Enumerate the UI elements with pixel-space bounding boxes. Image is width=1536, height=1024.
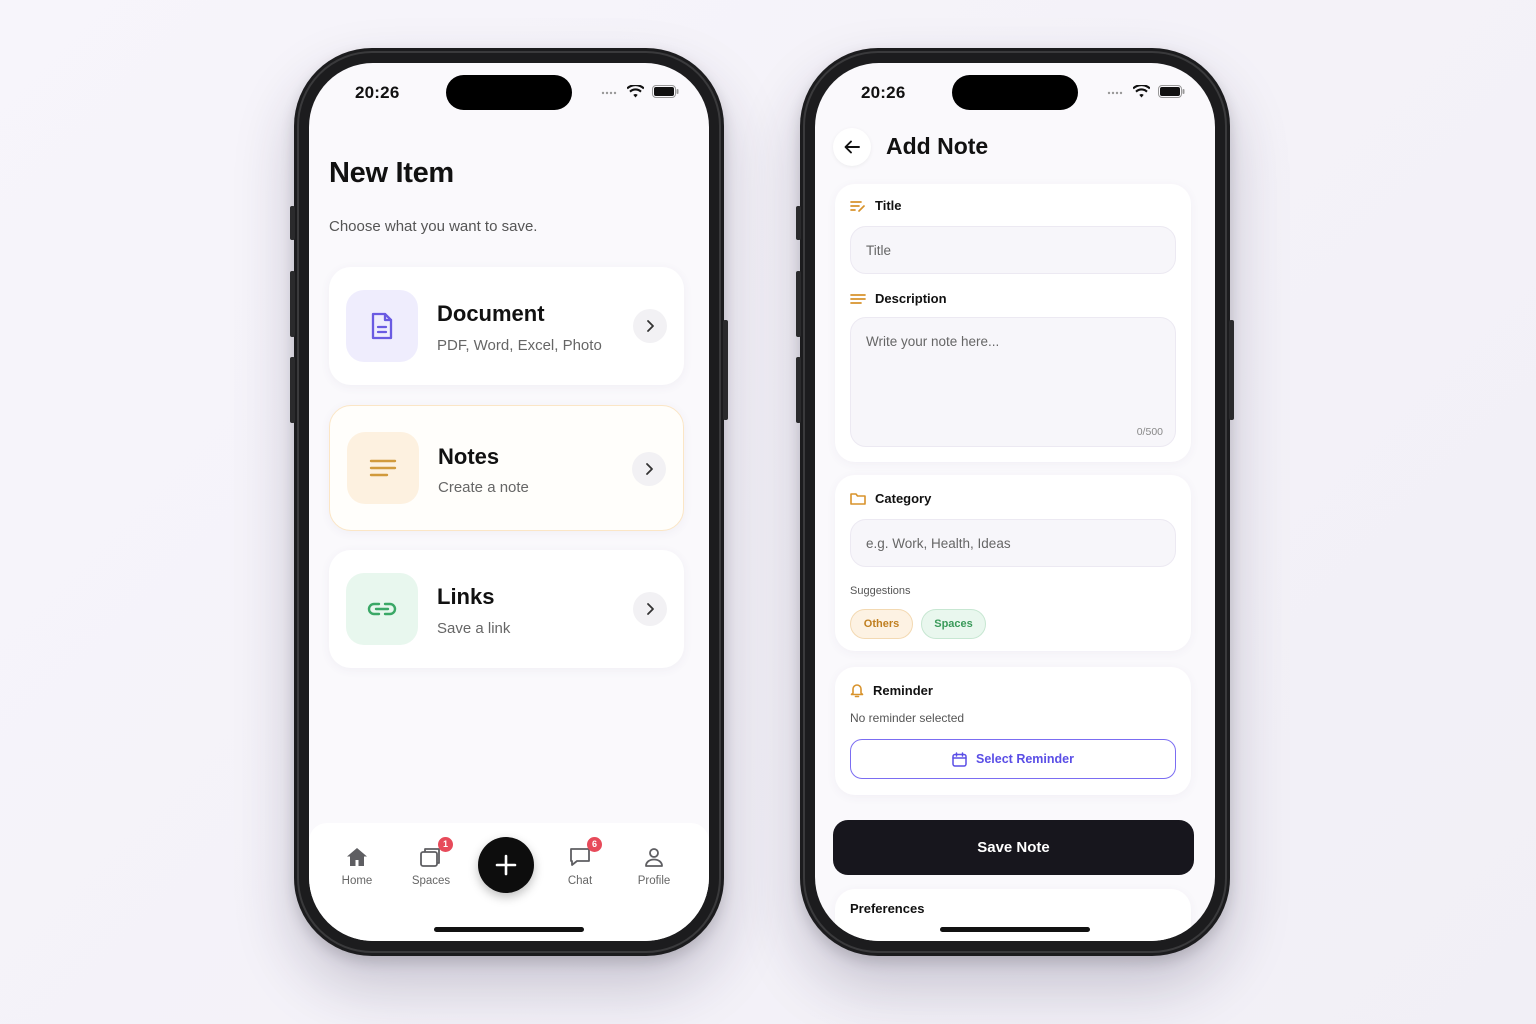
home-indicator (434, 927, 584, 932)
category-panel: Category e.g. Work, Health, Ideas Sugges… (835, 475, 1191, 651)
phone-frame-left: 20:26 New Item Choose what you want to s… (290, 48, 728, 956)
folder-icon (850, 493, 866, 505)
description-textarea[interactable]: Write your note here... 0/500 (850, 317, 1176, 447)
option-description: Save a link (437, 620, 511, 637)
dynamic-island (952, 75, 1078, 110)
battery-icon (652, 85, 679, 98)
option-title: Document (437, 301, 545, 326)
status-bar: 20:26 (309, 63, 709, 123)
plus-icon (495, 854, 517, 876)
page-title: Add Note (886, 133, 989, 159)
battery-icon (1158, 85, 1185, 98)
text-edit-icon (850, 200, 865, 212)
option-title: Links (437, 584, 495, 609)
title-input[interactable]: Title (850, 226, 1176, 274)
notes-lines-icon (347, 432, 419, 504)
tab-home[interactable]: Home (322, 843, 392, 887)
preferences-panel: Preferences (835, 889, 1191, 941)
category-label: Category (850, 491, 931, 506)
tab-spaces[interactable]: 1 Spaces (396, 837, 466, 887)
select-reminder-button[interactable]: Select Reminder (850, 739, 1176, 779)
tab-chat[interactable]: 6 Chat (545, 837, 615, 887)
spaces-badge: 1 (438, 837, 453, 852)
option-card-links[interactable]: Links Save a link (329, 550, 684, 668)
reminder-status: No reminder selected (850, 711, 965, 725)
cellular-signal-icon (1107, 91, 1123, 94)
new-item-screen: 20:26 New Item Choose what you want to s… (309, 63, 709, 941)
home-icon (347, 848, 367, 866)
add-button[interactable] (478, 837, 534, 893)
reminder-label: Reminder (850, 683, 933, 698)
status-bar: 20:26 (815, 63, 1215, 123)
profile-icon (645, 848, 663, 867)
status-icons (601, 85, 679, 98)
add-note-screen: 20:26 Add Note Title Title Description W… (815, 63, 1215, 941)
suggestions-label: Suggestions (850, 585, 911, 597)
chat-badge: 6 (587, 837, 602, 852)
option-description: Create a note (438, 479, 529, 496)
volume-down-button (290, 357, 295, 423)
chevron-right-icon[interactable] (632, 452, 666, 486)
tab-profile[interactable]: Profile (619, 843, 689, 887)
home-indicator (940, 927, 1090, 932)
bell-icon (850, 684, 864, 698)
phone-frame-right: 20:26 Add Note Title Title Description W… (796, 48, 1234, 956)
preferences-label: Preferences (850, 901, 925, 916)
status-time: 20:26 (355, 83, 400, 102)
suggestion-chip-others[interactable]: Others (850, 609, 913, 639)
tab-label: Chat (567, 875, 593, 887)
cellular-signal-icon (601, 91, 617, 94)
action-button (290, 206, 295, 240)
action-button (796, 206, 801, 240)
reminder-panel: Reminder No reminder selected Select Rem… (835, 667, 1191, 795)
volume-up-button (290, 271, 295, 337)
tab-label: Spaces (411, 875, 451, 887)
tab-bar: Home 1 Spaces 6 Chat Profile (309, 823, 709, 941)
arrow-left-icon (844, 140, 860, 154)
back-button[interactable] (833, 128, 871, 166)
option-description: PDF, Word, Excel, Photo (437, 337, 602, 354)
description-label: Description (850, 291, 947, 306)
link-icon (346, 573, 418, 645)
option-card-notes[interactable]: Notes Create a note (329, 405, 684, 531)
wifi-icon (1133, 85, 1150, 98)
document-icon (346, 290, 418, 362)
volume-down-button (796, 357, 801, 423)
tab-label: Home (341, 875, 373, 887)
page-title: New Item (329, 157, 454, 189)
save-note-button[interactable]: Save Note (833, 820, 1194, 875)
title-label: Title (850, 198, 902, 213)
option-title: Notes (438, 444, 500, 469)
tab-label: Profile (637, 875, 671, 887)
suggestion-chip-spaces[interactable]: Spaces (921, 609, 986, 639)
wifi-icon (627, 85, 644, 98)
power-button (1229, 320, 1234, 420)
power-button (723, 320, 728, 420)
note-content-panel: Title Title Description Write your note … (835, 184, 1191, 462)
chevron-right-icon[interactable] (633, 309, 667, 343)
char-counter: 0/500 (1136, 426, 1163, 438)
status-icons (1107, 85, 1185, 98)
lines-icon (850, 293, 866, 304)
dynamic-island (446, 75, 572, 110)
calendar-icon (952, 751, 967, 767)
option-card-document[interactable]: Document PDF, Word, Excel, Photo (329, 267, 684, 385)
category-input[interactable]: e.g. Work, Health, Ideas (850, 519, 1176, 567)
chevron-right-icon[interactable] (633, 592, 667, 626)
volume-up-button (796, 271, 801, 337)
page-subtitle: Choose what you want to save. (329, 218, 538, 235)
status-time: 20:26 (861, 83, 906, 102)
